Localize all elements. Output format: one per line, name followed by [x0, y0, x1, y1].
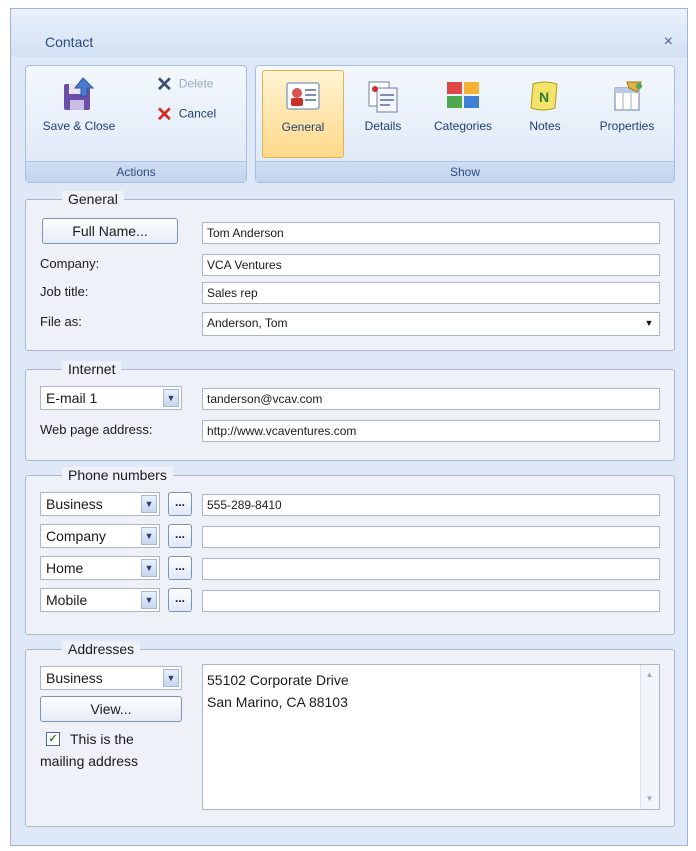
- show-group: General Details Categories N Notes Prope…: [255, 65, 675, 183]
- job-title-label: Job title:: [40, 284, 89, 299]
- address-type-value: Business: [46, 670, 103, 686]
- chevron-down-icon[interactable]: ▼: [141, 559, 157, 577]
- contact-card-icon: [283, 79, 323, 118]
- phone-numbers-legend: Phone numbers: [62, 467, 173, 483]
- email-type-select[interactable]: E-mail 1 ▼: [40, 386, 182, 410]
- svg-text:N: N: [539, 89, 549, 105]
- mailing-address-label-1: This is the: [70, 731, 134, 747]
- chevron-down-icon[interactable]: ▼: [163, 669, 179, 687]
- phone-field-mobile[interactable]: [202, 590, 660, 612]
- phone-type-select-home[interactable]: Home ▼: [40, 556, 160, 580]
- mailing-address-label-2: mailing address: [40, 753, 139, 769]
- cancel-label: Cancel: [178, 106, 217, 121]
- email-field[interactable]: tanderson@vcav.com: [202, 388, 660, 410]
- full-name-button[interactable]: Full Name...: [42, 218, 178, 244]
- chevron-down-icon[interactable]: ▼: [163, 389, 179, 407]
- delete-label: Delete: [178, 76, 214, 91]
- delete-x-icon: ✕: [156, 74, 173, 96]
- details-view-button[interactable]: Details: [348, 78, 418, 158]
- properties-icon: [607, 78, 647, 117]
- notes-view-label: Notes: [529, 119, 561, 133]
- general-view-label: General: [281, 120, 325, 134]
- company-field[interactable]: VCA Ventures: [202, 254, 660, 276]
- address-line-2: San Marino, CA 88103: [207, 694, 348, 710]
- notes-view-button[interactable]: N Notes: [512, 78, 578, 158]
- phone-type-value: Company: [46, 528, 106, 544]
- web-page-field[interactable]: http://www.vcaventures.com: [202, 420, 660, 442]
- categories-view-label: Categories: [433, 119, 493, 133]
- address-scrollbar[interactable]: ▲ ▼: [640, 665, 659, 809]
- full-name-field[interactable]: Tom Anderson: [202, 222, 660, 244]
- phone-dots-button-home[interactable]: ...: [168, 556, 192, 580]
- show-group-label: Show: [256, 161, 674, 182]
- email-type-value: E-mail 1: [46, 390, 98, 406]
- delete-button[interactable]: ✕ Delete: [156, 72, 213, 97]
- categories-grid-icon: [443, 78, 483, 117]
- contact-window: Contact × Save & Close ✕ Delete ✕ Cancel…: [10, 8, 688, 846]
- save-close-label: Save & Close: [42, 119, 116, 133]
- scroll-down-icon[interactable]: ▼: [642, 791, 657, 807]
- file-as-dropdown[interactable]: Anderson, Tom ▼: [202, 312, 660, 336]
- general-view-button[interactable]: General: [262, 70, 344, 158]
- address-line-1: 55102 Corporate Drive: [207, 672, 349, 688]
- close-icon[interactable]: ×: [664, 33, 673, 51]
- view-address-button[interactable]: View...: [40, 696, 182, 722]
- phone-field-company[interactable]: [202, 526, 660, 548]
- general-section: General Full Name... Tom Anderson Compan…: [25, 191, 675, 351]
- properties-view-button[interactable]: Properties: [582, 78, 672, 158]
- phone-type-value: Home: [46, 560, 84, 576]
- phone-numbers-section: Phone numbers Business ▼ ... 555-289-841…: [25, 467, 675, 635]
- phone-dots-button-business[interactable]: ...: [168, 492, 192, 516]
- actions-group-label: Actions: [26, 161, 246, 182]
- address-textarea[interactable]: 55102 Corporate Drive San Marino, CA 881…: [202, 664, 660, 810]
- save-disk-icon: [59, 74, 99, 117]
- scroll-up-icon[interactable]: ▲: [642, 667, 657, 683]
- details-view-label: Details: [364, 119, 402, 133]
- phone-field-home[interactable]: [202, 558, 660, 580]
- web-page-label: Web page address:: [40, 422, 153, 437]
- save-close-button[interactable]: Save & Close: [34, 74, 124, 154]
- cancel-x-icon: ✕: [156, 104, 173, 126]
- phone-type-select-business[interactable]: Business ▼: [40, 492, 160, 516]
- phone-type-select-company[interactable]: Company ▼: [40, 524, 160, 548]
- details-pages-icon: [363, 78, 403, 117]
- company-label: Company:: [40, 256, 100, 271]
- title-bar: Contact ×: [11, 9, 687, 57]
- ribbon: Save & Close ✕ Delete ✕ Cancel Actions G…: [25, 65, 675, 183]
- chevron-down-icon[interactable]: ▼: [141, 495, 157, 513]
- chevron-down-icon[interactable]: ▼: [642, 316, 656, 330]
- file-as-label: File as:: [40, 314, 82, 329]
- notes-scroll-icon: N: [525, 78, 565, 117]
- phone-dots-button-company[interactable]: ...: [168, 524, 192, 548]
- address-type-select[interactable]: Business ▼: [40, 666, 182, 690]
- mailing-address-checkbox[interactable]: ✓: [46, 732, 60, 746]
- properties-view-label: Properties: [599, 119, 655, 133]
- actions-group: Save & Close ✕ Delete ✕ Cancel Actions: [25, 65, 247, 183]
- addresses-section: Addresses Business ▼ View... ✓ This is t…: [25, 641, 675, 827]
- window-title: Contact: [45, 34, 94, 50]
- phone-dots-button-mobile[interactable]: ...: [168, 588, 192, 612]
- categories-view-button[interactable]: Categories: [422, 78, 504, 158]
- general-legend: General: [62, 191, 124, 207]
- job-title-field[interactable]: Sales rep: [202, 282, 660, 304]
- addresses-legend: Addresses: [62, 641, 141, 657]
- file-as-value: Anderson, Tom: [207, 316, 288, 330]
- phone-type-value: Business: [46, 496, 103, 512]
- phone-type-select-mobile[interactable]: Mobile ▼: [40, 588, 160, 612]
- chevron-down-icon[interactable]: ▼: [141, 527, 157, 545]
- cancel-button[interactable]: ✕ Cancel: [156, 102, 216, 127]
- phone-type-value: Mobile: [46, 592, 88, 608]
- chevron-down-icon[interactable]: ▼: [141, 591, 157, 609]
- internet-legend: Internet: [62, 361, 122, 377]
- internet-section: Internet E-mail 1 ▼ tanderson@vcav.com W…: [25, 361, 675, 461]
- phone-field-business[interactable]: 555-289-8410: [202, 494, 660, 516]
